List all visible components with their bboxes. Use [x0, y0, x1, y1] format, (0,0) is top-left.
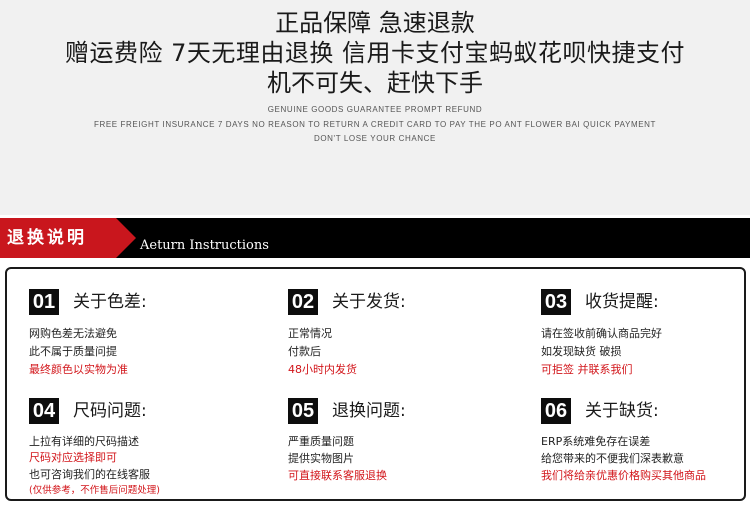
item-line: ERP系统难免存在误差	[541, 435, 651, 448]
item-title: 关于发货:	[332, 292, 406, 312]
item-title: 关于色差:	[73, 292, 147, 312]
item-line-highlight: 我们将给亲优惠价格购买其他商品	[541, 469, 706, 482]
item-line: 上拉有详细的尺码描述	[29, 435, 139, 448]
item-title: 收货提醒:	[585, 292, 659, 312]
item-line: 也可咨询我们的在线客服	[29, 468, 150, 481]
item-title: 尺码问题:	[73, 401, 147, 421]
item-line: 严重质量问题	[288, 435, 354, 448]
item-line: 给您带来的不便我们深表歉意	[541, 452, 684, 465]
item-number-badge: 01	[29, 289, 59, 315]
banner-headline-1: 正品保障 急速退款	[275, 9, 475, 37]
banner-headline-2: 赠运费险 7天无理由退换 信用卡支付宝蚂蚁花呗快捷支付	[64, 39, 686, 67]
item-line: 网购色差无法避免	[29, 327, 117, 340]
item-line-note: (仅供参考，不作售后问题处理)	[29, 485, 160, 496]
item-number-badge: 05	[288, 398, 318, 424]
item-line: 付款后	[288, 345, 321, 358]
item-line: 此不属于质量问提	[29, 345, 117, 358]
item-line: 正常情况	[288, 327, 332, 340]
item-line-highlight: 可拒签 并联系我们	[541, 363, 633, 376]
section-title-en: Aeturn Instructions	[140, 238, 269, 253]
return-info-box: 01 关于色差: 网购色差无法避免 此不属于质量问提 最终颜色以实物为准 02 …	[5, 267, 746, 501]
item-line: 提供实物图片	[288, 452, 354, 465]
item-line-highlight: 48小时内发货	[288, 363, 357, 376]
item-title: 关于缺货:	[585, 401, 659, 421]
item-number-badge: 06	[541, 398, 571, 424]
item-line-highlight: 尺码对应选择即可	[29, 451, 117, 464]
banner-headline-3: 机不可失、赶快下手	[267, 69, 483, 97]
banner-english-1: GENUINE GOODS GUARANTEE PROMPT REFUND	[267, 105, 483, 114]
item-title: 退换问题:	[332, 401, 406, 421]
banner-english-2: FREE FREIGHT INSURANCE 7 DAYS NO REASON …	[93, 120, 657, 129]
section-arrow-icon	[116, 218, 136, 258]
item-number-badge: 03	[541, 289, 571, 315]
item-line-highlight: 最终颜色以实物为准	[29, 363, 128, 376]
banner-english-3: DON'T LOSE YOUR CHANCE	[313, 134, 436, 143]
section-title-cn: 退换说明	[7, 228, 87, 248]
item-line: 如发现缺货 破损	[541, 345, 622, 358]
item-number-badge: 02	[288, 289, 318, 315]
promo-banner: 正品保障 急速退款 赠运费险 7天无理由退换 信用卡支付宝蚂蚁花呗快捷支付 机不…	[0, 0, 750, 215]
item-line: 请在签收前确认商品完好	[541, 327, 662, 340]
item-line-highlight: 可直接联系客服退换	[288, 469, 387, 482]
item-number-badge: 04	[29, 398, 59, 424]
